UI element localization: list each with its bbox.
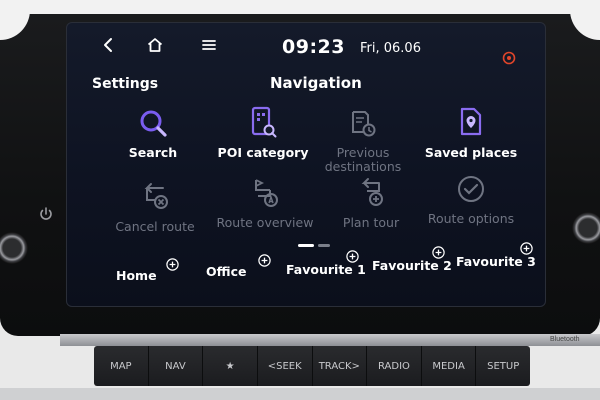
page-dot[interactable] bbox=[318, 244, 330, 247]
settings-link[interactable]: Settings bbox=[92, 76, 158, 92]
setup-key[interactable]: SETUP bbox=[476, 346, 530, 386]
bluetooth-label: Bluetooth bbox=[550, 336, 580, 343]
tune-knob[interactable] bbox=[572, 212, 600, 244]
tile-label: Cancel route bbox=[115, 219, 195, 234]
power-icon[interactable] bbox=[38, 206, 54, 222]
back-icon[interactable] bbox=[100, 36, 118, 54]
search-icon bbox=[137, 106, 169, 142]
route-options-tile[interactable]: Route options bbox=[416, 172, 526, 246]
tile-label: Search bbox=[128, 145, 178, 160]
route-overview-icon bbox=[249, 176, 281, 212]
clock: 09:23 bbox=[282, 36, 345, 58]
cancel-route-tile[interactable]: Cancel route bbox=[100, 180, 210, 254]
media-key[interactable]: MEDIA bbox=[422, 346, 477, 386]
add-icon bbox=[346, 248, 359, 263]
route-options-icon bbox=[455, 172, 487, 208]
tile-label: Route overview bbox=[216, 215, 314, 230]
favourite-label: Home bbox=[116, 268, 157, 283]
add-icon bbox=[166, 256, 179, 271]
favourite-2[interactable]: Favourite 2 bbox=[362, 246, 458, 296]
favourite-office[interactable]: Office bbox=[182, 252, 278, 296]
favourite-label: Favourite 3 bbox=[456, 254, 536, 269]
tile-label: POI category bbox=[217, 145, 309, 160]
add-icon bbox=[258, 252, 271, 267]
map-key[interactable]: MAP bbox=[94, 346, 149, 386]
cancel-route-icon bbox=[139, 180, 171, 216]
favourite-3[interactable]: Favourite 3 bbox=[446, 242, 542, 296]
previous-destinations-tile[interactable]: Previous destinations bbox=[308, 106, 418, 180]
date: Fri, 06.06 bbox=[360, 41, 421, 56]
nav-key[interactable]: NAV bbox=[149, 346, 204, 386]
favourite-label: Favourite 2 bbox=[372, 258, 452, 273]
page-title: Navigation bbox=[270, 74, 362, 92]
touchscreen: 09:23 Fri, 06.06 Settings Navigation Sea… bbox=[66, 22, 546, 307]
plan-tour-icon bbox=[355, 176, 387, 212]
status-bar: 09:23 Fri, 06.06 bbox=[66, 22, 546, 65]
page-dot-active[interactable] bbox=[298, 244, 314, 247]
home-icon[interactable] bbox=[146, 36, 164, 54]
route-overview-tile[interactable]: Route overview bbox=[210, 176, 320, 250]
track-key[interactable]: TRACK> bbox=[313, 346, 368, 386]
favourite-label: Favourite 1 bbox=[286, 262, 366, 277]
dashboard-lower-trim bbox=[0, 388, 600, 400]
connection-status-icon bbox=[502, 50, 516, 65]
search-tile[interactable]: Search bbox=[98, 106, 208, 180]
trim-strip bbox=[60, 334, 600, 346]
page-indicator bbox=[298, 244, 334, 248]
favourite-label: Office bbox=[206, 264, 247, 279]
menu-icon[interactable] bbox=[200, 36, 218, 54]
poi-category-tile[interactable]: POI category bbox=[208, 106, 318, 180]
saved-places-tile[interactable]: Saved places bbox=[416, 106, 526, 180]
radio-key[interactable]: RADIO bbox=[367, 346, 422, 386]
favourite-1[interactable]: Favourite 1 bbox=[276, 250, 372, 296]
add-icon bbox=[520, 240, 533, 255]
tile-label: Route options bbox=[427, 211, 515, 226]
poi-category-icon bbox=[247, 106, 279, 142]
previous-destinations-icon bbox=[347, 106, 379, 142]
saved-places-icon bbox=[455, 106, 487, 142]
tile-label: Saved places bbox=[424, 145, 518, 160]
plan-tour-tile[interactable]: Plan tour bbox=[316, 176, 426, 250]
seek-key[interactable]: <SEEK bbox=[258, 346, 313, 386]
add-icon bbox=[432, 244, 445, 259]
tile-label: Previous destinations bbox=[324, 145, 402, 174]
favourite-home[interactable]: Home bbox=[92, 252, 188, 296]
favourite-key[interactable]: ★ bbox=[203, 346, 258, 386]
dashboard-trim bbox=[0, 0, 600, 14]
tile-label: Plan tour bbox=[342, 215, 400, 230]
hardware-button-strip: MAP NAV ★ <SEEK TRACK> RADIO MEDIA SETUP bbox=[94, 346, 530, 386]
